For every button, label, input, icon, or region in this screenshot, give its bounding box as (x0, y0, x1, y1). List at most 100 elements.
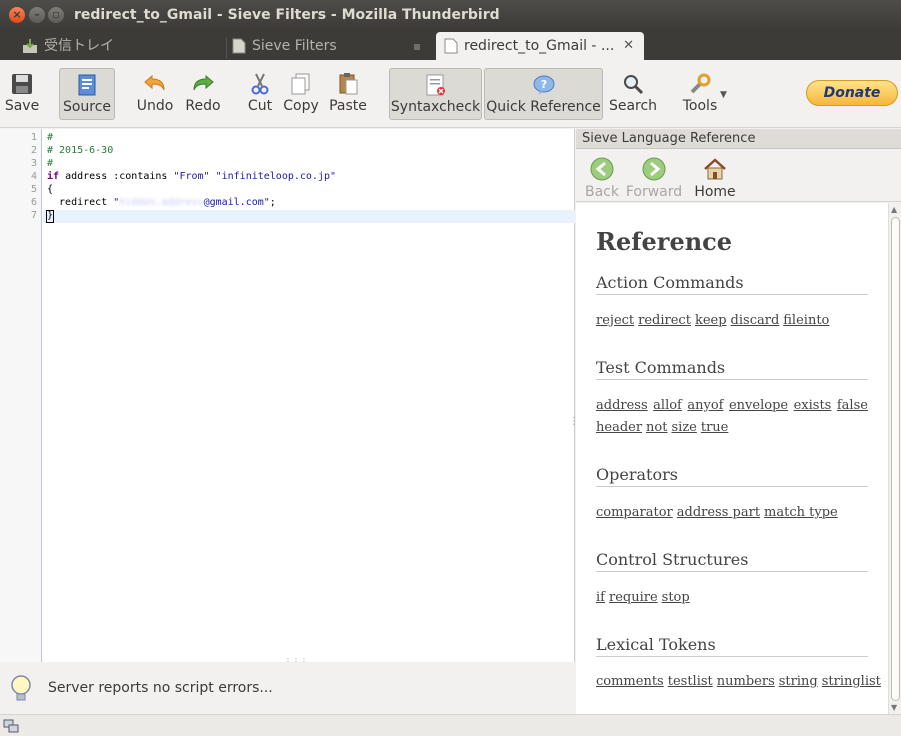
bracket-match-highlight (46, 210, 54, 223)
svg-text:?: ? (540, 78, 546, 91)
source-icon (78, 74, 96, 96)
test-commands-links-row1: address allof anyof envelope exists fals… (596, 398, 868, 413)
link-address-part[interactable]: address part (677, 505, 760, 520)
link-exists[interactable]: exists (794, 398, 832, 413)
scroll-down-icon[interactable]: ▼ (891, 703, 897, 712)
link-anyof[interactable]: anyof (687, 398, 723, 413)
link-header[interactable]: header (596, 420, 642, 435)
line-number: 7 (30, 210, 37, 221)
window-close-button[interactable]: × (9, 7, 25, 23)
link-match-type[interactable]: match type (764, 505, 838, 520)
scroll-up-icon[interactable]: ▲ (891, 205, 897, 214)
source-button[interactable]: Source (59, 68, 115, 120)
copy-button[interactable]: Copy (281, 68, 321, 120)
reference-title: Reference (596, 227, 733, 256)
quick-reference-label: Quick Reference (486, 99, 601, 115)
section-action-commands: Action Commands (596, 273, 868, 295)
link-false[interactable]: false (837, 398, 868, 413)
redacted-address: hidden.address (119, 197, 204, 208)
syntaxcheck-button[interactable]: Syntaxcheck (389, 68, 482, 120)
action-commands-links: reject redirect keep discard fileinto (596, 313, 868, 328)
code-text: redirect (47, 197, 114, 208)
search-icon (624, 75, 644, 95)
link-envelope[interactable]: envelope (729, 398, 788, 413)
tab-sieve-filters[interactable]: Sieve Filters (232, 32, 427, 60)
search-button[interactable]: Search (607, 68, 659, 120)
link-size[interactable]: size (671, 420, 696, 435)
save-icon (12, 74, 32, 94)
line-number: 6 (30, 197, 37, 208)
code-text: address :contains (59, 171, 174, 182)
lightbulb-icon (11, 675, 31, 701)
link-comments[interactable]: comments (596, 674, 664, 689)
reference-nav: Back Forward Home (576, 150, 901, 202)
section-operators: Operators (596, 465, 868, 487)
string-literal: @gmail.com" (203, 197, 270, 208)
link-keep[interactable]: keep (695, 313, 727, 328)
save-button[interactable]: Save (4, 68, 40, 120)
paste-icon (339, 73, 358, 95)
line-number-gutter: 1 2 3 4 5 6 7 (0, 129, 42, 662)
lexical-tokens-links: comments testlist numbers string stringlist (596, 674, 881, 689)
link-not[interactable]: not (646, 420, 667, 435)
syntaxcheck-label: Syntaxcheck (390, 99, 481, 115)
tab-sieve-filters-label: Sieve Filters (252, 38, 337, 54)
undo-icon (144, 74, 165, 91)
tab-overflow-indicator (414, 44, 420, 50)
tab-redirect-to-gmail[interactable]: redirect_to_Gmail - ... ✕ (436, 32, 644, 60)
reference-scrollbar[interactable]: ▲ ▼ (888, 203, 901, 714)
forward-label: Forward (625, 184, 683, 200)
line-number: 2 (30, 145, 37, 156)
link-stop[interactable]: stop (662, 590, 690, 605)
tab-close-icon[interactable]: ✕ (623, 32, 634, 60)
link-stringlist[interactable]: stringlist (822, 674, 881, 689)
link-numbers[interactable]: numbers (717, 674, 775, 689)
window-maximize-button[interactable]: ▫ (48, 7, 64, 23)
tab-bar: 受信トレイ Sieve Filters redirect_to_Gmail - … (0, 30, 901, 60)
link-comparator[interactable]: comparator (596, 505, 673, 520)
script-editor[interactable]: 1 2 3 4 5 6 7 # # 2015-6-30 # if address… (0, 129, 575, 666)
code-line-2: # 2015-6-30 (47, 145, 114, 156)
undo-label: Undo (136, 98, 174, 114)
line-number: 4 (30, 171, 37, 182)
quick-reference-button[interactable]: ? Quick Reference (484, 68, 603, 120)
status-message: Server reports no script errors... (48, 680, 273, 696)
paste-button[interactable]: Paste (327, 68, 369, 120)
search-label: Search (608, 98, 658, 114)
link-address[interactable]: address (596, 398, 648, 413)
redo-button[interactable]: Redo (183, 68, 223, 120)
link-true[interactable]: true (701, 420, 729, 435)
help-icon: ? (533, 75, 554, 95)
window-minimize-button[interactable]: – (29, 7, 45, 23)
tools-button[interactable]: Tools (678, 68, 722, 120)
source-label: Source (62, 99, 112, 115)
back-button[interactable]: Back (582, 154, 622, 200)
operators-links: comparator address part match type (596, 505, 868, 520)
link-reject[interactable]: reject (596, 313, 634, 328)
undo-button[interactable]: Undo (135, 68, 175, 120)
link-if[interactable]: if (596, 590, 605, 605)
link-string[interactable]: string (779, 674, 818, 689)
back-label: Back (585, 184, 619, 200)
donate-button[interactable]: Donate (806, 80, 898, 106)
scrollbar-thumb[interactable] (891, 217, 900, 701)
link-require[interactable]: require (609, 590, 658, 605)
forward-button[interactable]: Forward (624, 154, 684, 200)
cut-label: Cut (247, 98, 273, 114)
link-discard[interactable]: discard (731, 313, 780, 328)
tools-dropdown-icon[interactable]: ▼ (720, 90, 727, 100)
tab-inbox[interactable]: 受信トレイ (22, 32, 222, 60)
section-test-commands: Test Commands (596, 358, 868, 380)
link-fileinto[interactable]: fileinto (783, 313, 829, 328)
link-allof[interactable]: allof (653, 398, 682, 413)
inbox-icon (23, 39, 37, 53)
thunderbird-window: × – ▫ redirect_to_Gmail - Sieve Filters … (0, 0, 901, 736)
tab-redirect-label: redirect_to_Gmail - ... (464, 38, 615, 54)
section-control-structures: Control Structures (596, 550, 868, 572)
link-testlist[interactable]: testlist (668, 674, 713, 689)
reference-content: Reference Action Commands reject redirect… (576, 203, 888, 714)
home-button[interactable]: Home (692, 154, 738, 200)
link-redirect[interactable]: redirect (638, 313, 691, 328)
cut-button[interactable]: Cut (243, 68, 277, 120)
code-line-3: # (47, 158, 54, 169)
